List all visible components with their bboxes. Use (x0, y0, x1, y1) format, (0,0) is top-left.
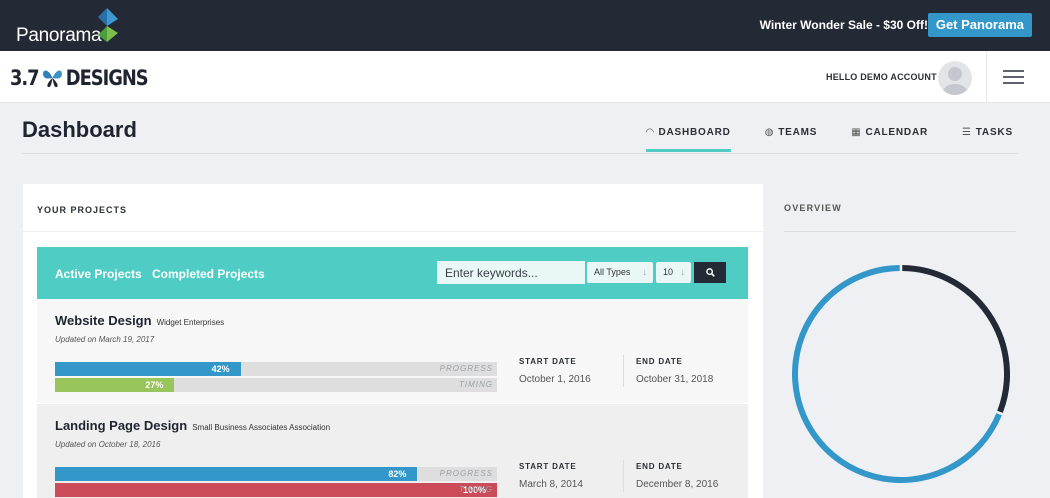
menu-divider (986, 51, 987, 103)
panorama-logo[interactable]: Panorama (16, 8, 136, 48)
greeting-text: HELLO DEMO ACCOUNT (826, 72, 937, 82)
calendar-icon: ▦ (851, 126, 862, 138)
type-select[interactable]: All Types ↓ (587, 262, 653, 283)
avatar[interactable] (938, 61, 972, 95)
promo-banner: Panorama Winter Wonder Sale - $30 Off! G… (0, 0, 1050, 51)
get-panorama-button[interactable]: Get Panorama (927, 13, 1032, 37)
card-title: YOUR PROJECTS (37, 205, 128, 215)
search-input[interactable] (437, 261, 585, 284)
app-header: 3.7 DESIGNS HELLO DEMO ACCOUNT (0, 51, 1050, 103)
brand-prefix: 3.7 (10, 66, 40, 90)
tab-dashboard[interactable]: ◠ DASHBOARD (646, 125, 731, 152)
end-date-value: October 31, 2018 (636, 374, 714, 385)
date-divider (623, 460, 624, 492)
overview-donut-chart (792, 265, 1010, 483)
filter-bar: Active Projects Completed Projects All T… (37, 247, 748, 299)
tab-label: DASHBOARD (658, 126, 731, 138)
page-title: Dashboard (22, 117, 137, 142)
progress-label: PROGRESS (439, 364, 493, 373)
overview-title: OVERVIEW (784, 203, 842, 213)
title-divider (22, 153, 1018, 154)
updated-date: Updated on October 18, 2016 (55, 440, 161, 449)
donut-segment-0 (902, 265, 1010, 413)
start-date-value: October 1, 2016 (519, 374, 591, 385)
tab-label: TASKS (975, 126, 1013, 138)
arrow-down-icon: ↓ (680, 267, 685, 278)
count-select-value: 10 (663, 267, 674, 277)
tab-tasks[interactable]: ☰ TASKS (962, 125, 1013, 139)
tab-calendar[interactable]: ▦ CALENDAR (851, 125, 928, 139)
tab-bar: ◠ DASHBOARD ◍ TEAMS ▦ CALENDAR ☰ TASKS (646, 125, 1047, 152)
butterfly-icon (42, 70, 62, 88)
progress-bar: 82% PROGRESS (55, 467, 497, 481)
timing-bar: 100% TIMING (55, 483, 497, 497)
panorama-mark-icon (98, 8, 118, 42)
search-icon (705, 268, 715, 277)
logo-text: Panorama (16, 25, 102, 46)
updated-date: Updated on March 19, 2017 (55, 335, 155, 344)
tab-label: TEAMS (778, 126, 818, 138)
gauge-icon: ◠ (646, 126, 655, 138)
progress-bar: 42% PROGRESS (55, 362, 497, 376)
tab-label: CALENDAR (865, 126, 928, 138)
brand-suffix: DESIGNS (65, 66, 149, 90)
project-row[interactable]: Website Design Widget Enterprises Updated… (37, 299, 748, 403)
count-select[interactable]: 10 ↓ (656, 262, 691, 283)
progress-label: PROGRESS (439, 469, 493, 478)
list-icon: ☰ (962, 126, 972, 138)
end-date-value: December 8, 2016 (636, 479, 719, 490)
timing-fill: 27% (55, 378, 175, 392)
promo-text: Winter Wonder Sale - $30 Off! (759, 18, 928, 32)
project-client: Widget Enterprises (156, 318, 225, 327)
arrow-down-icon: ↓ (642, 267, 647, 278)
tab-teams[interactable]: ◍ TEAMS (765, 125, 818, 139)
globe-icon: ◍ (764, 126, 775, 138)
user-icon (942, 67, 968, 95)
card-divider (23, 231, 763, 232)
project-name[interactable]: Website Design Widget Enterprises (55, 313, 224, 328)
project-client: Small Business Associates Association (192, 423, 331, 432)
date-divider (623, 355, 624, 387)
timing-label: TIMING (459, 380, 493, 389)
tab-active-projects[interactable]: Active Projects (55, 267, 142, 281)
hamburger-menu-icon[interactable] (1003, 70, 1024, 88)
brand-logo[interactable]: 3.7 DESIGNS (10, 66, 149, 90)
project-title: Website Design (55, 313, 152, 328)
project-name[interactable]: Landing Page Design Small Business Associ… (55, 418, 330, 433)
project-row[interactable]: Landing Page Design Small Business Associ… (37, 404, 748, 498)
start-date-label: START DATE (519, 462, 577, 471)
donut-segment-1 (792, 265, 1002, 483)
timing-fill: 100% (55, 483, 497, 497)
progress-fill: 42% (55, 362, 241, 376)
search-button[interactable] (694, 262, 726, 283)
start-date-label: START DATE (519, 357, 577, 366)
type-select-value: All Types (594, 267, 631, 277)
start-date-value: March 8, 2014 (519, 479, 583, 490)
project-title: Landing Page Design (55, 418, 188, 433)
projects-card: YOUR PROJECTS Active Projects Completed … (23, 184, 763, 498)
timing-label: TIMING (459, 485, 493, 494)
overview-divider (784, 231, 1016, 232)
timing-bar: 27% TIMING (55, 378, 497, 392)
tab-completed-projects[interactable]: Completed Projects (152, 267, 265, 281)
progress-fill: 82% (55, 467, 418, 481)
end-date-label: END DATE (636, 462, 683, 471)
end-date-label: END DATE (636, 357, 683, 366)
